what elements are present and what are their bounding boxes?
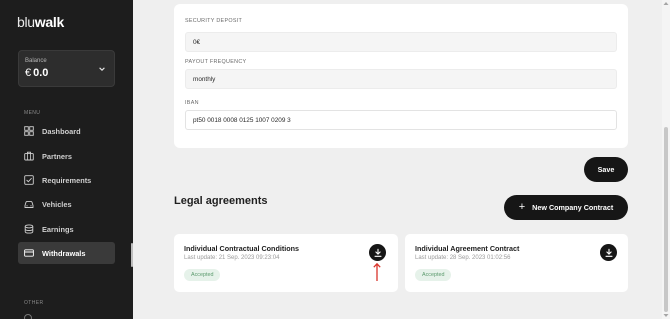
- sidebar-item-label: Partners: [42, 151, 72, 161]
- sidebar: bluwalk Balance €0.0 MENU Dashboard Part…: [0, 0, 133, 319]
- sidebar-item-label: Dashboard: [42, 126, 81, 136]
- payout-frequency-label: PAYOUT FREQUENCY: [185, 59, 247, 65]
- scroll-down-icon[interactable]: [663, 313, 669, 318]
- page-scrollbar[interactable]: [662, 0, 670, 319]
- agreement-card: Individual Agreement Contract Last updat…: [405, 234, 628, 292]
- iban-label: IBAN: [185, 100, 199, 106]
- download-button[interactable]: [600, 244, 617, 261]
- status-badge: Accepted: [184, 269, 221, 281]
- app-logo[interactable]: bluwalk: [17, 14, 64, 30]
- sidebar-item-label: Vehicles: [42, 199, 72, 209]
- sidebar-item-label: Earnings: [42, 224, 74, 234]
- new-company-contract-button[interactable]: + New Company Contract: [504, 195, 628, 220]
- agreement-last-update: Last update: 28 Sep. 2023 01:02:56: [415, 255, 511, 261]
- download-icon: [604, 248, 613, 257]
- chevron-down-icon: [99, 67, 105, 71]
- menu-section-label: MENU: [24, 110, 41, 116]
- sidebar-scrollbar[interactable]: [131, 243, 133, 267]
- plus-icon: +: [518, 201, 526, 213]
- sidebar-item-dashboard[interactable]: Dashboard: [18, 120, 115, 142]
- balance-label: Balance: [25, 58, 47, 64]
- balance-selector[interactable]: Balance €0.0: [18, 50, 115, 87]
- agreement-title: Individual Agreement Contract: [415, 244, 520, 253]
- other-section-label: OTHER: [24, 300, 44, 306]
- agreement-card: Individual Contractual Conditions Last u…: [174, 234, 398, 292]
- payout-frequency-field[interactable]: monthly: [185, 69, 617, 89]
- coins-icon: [24, 224, 34, 234]
- sidebar-item-vehicles[interactable]: Vehicles: [18, 193, 115, 215]
- sidebar-item-partners[interactable]: Partners: [18, 145, 115, 167]
- save-button[interactable]: Save: [584, 157, 628, 182]
- agreement-last-update: Last update: 21 Sep. 2023 09:23:04: [184, 255, 280, 261]
- security-deposit-label: SECURITY DEPOSIT: [185, 18, 243, 24]
- annotation-arrow-icon: [373, 262, 381, 281]
- agreement-title: Individual Contractual Conditions: [184, 244, 299, 253]
- sidebar-item-label: Requirements: [42, 175, 92, 185]
- payout-settings-card: SECURITY DEPOSIT 0€ PAYOUT FREQUENCY mon…: [174, 4, 628, 148]
- legal-agreements-title: Legal agreements: [174, 195, 268, 207]
- security-deposit-field[interactable]: 0€: [185, 32, 617, 52]
- scrollbar-thumb[interactable]: [664, 127, 668, 312]
- briefcase-icon: [24, 151, 34, 161]
- sidebar-item-withdrawals[interactable]: Withdrawals: [18, 242, 115, 264]
- credit-card-icon: [24, 248, 34, 258]
- user-circle-icon: [24, 314, 32, 319]
- download-icon: [373, 248, 382, 257]
- iban-field[interactable]: pt50 0018 0008 0125 1007 0209 3: [185, 110, 617, 130]
- scroll-up-icon[interactable]: [663, 1, 669, 6]
- balance-amount: €0.0: [25, 67, 49, 79]
- status-badge: Accepted: [415, 269, 452, 281]
- new-company-contract-label: New Company Contract: [532, 203, 614, 212]
- sidebar-item-label: Withdrawals: [42, 248, 86, 258]
- sidebar-item-earnings[interactable]: Earnings: [18, 218, 115, 240]
- car-icon: [24, 199, 34, 209]
- checkbox-icon: [24, 175, 34, 185]
- sidebar-item-requirements[interactable]: Requirements: [18, 169, 115, 191]
- download-button[interactable]: [369, 244, 386, 261]
- grid-icon: [24, 126, 34, 136]
